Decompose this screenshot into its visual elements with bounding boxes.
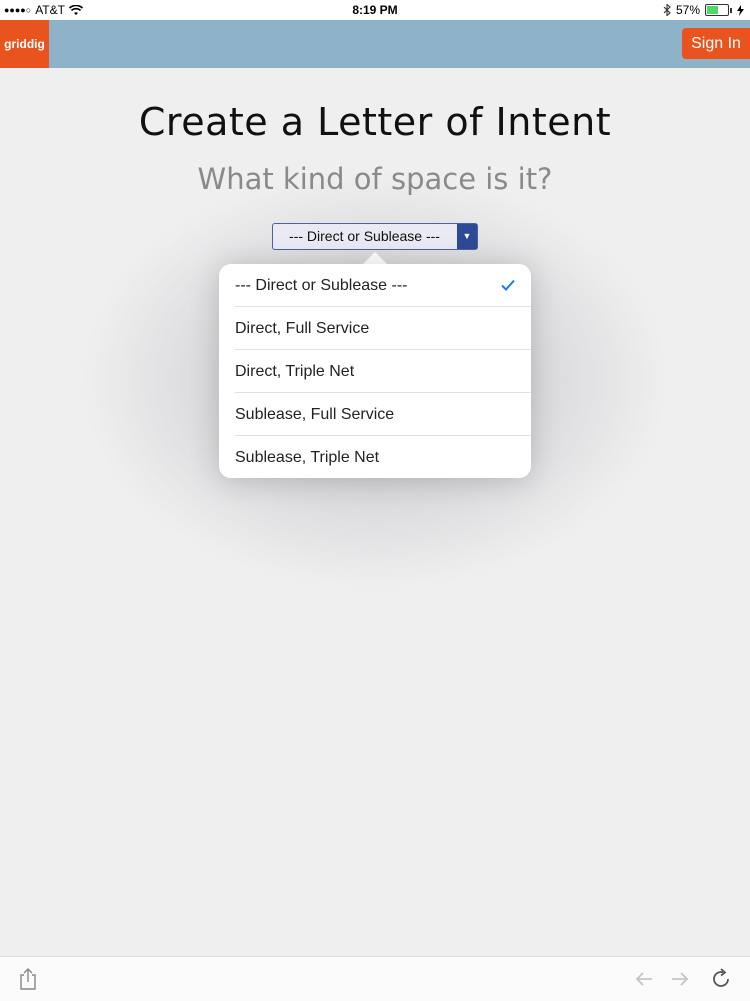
- space-type-select[interactable]: --- Direct or Sublease --- ▼: [272, 223, 478, 250]
- option-label: Direct, Triple Net: [235, 363, 355, 380]
- page-title: Create a Letter of Intent: [138, 100, 612, 144]
- battery-icon: [705, 4, 729, 16]
- option-sublease-full-service[interactable]: Sublease, Full Service: [219, 393, 531, 436]
- option-direct-triple-net[interactable]: Direct, Triple Net: [219, 350, 531, 393]
- griddig-logo[interactable]: griddig: [0, 20, 49, 68]
- app-header: griddig Sign In: [0, 20, 750, 68]
- battery-percent: 57%: [675, 3, 700, 17]
- option-label: Direct, Full Service: [235, 320, 370, 337]
- option-sublease-triple-net[interactable]: Sublease, Triple Net: [219, 436, 531, 479]
- checkmark-icon: [501, 279, 515, 291]
- reload-icon[interactable]: [709, 967, 733, 991]
- battery-level: [707, 6, 718, 14]
- page-subtitle: What kind of space is it?: [197, 162, 553, 196]
- forward-icon[interactable]: [668, 967, 692, 991]
- status-right: 57%: [663, 3, 744, 17]
- status-bar: ●●●●○ AT&T 8:19 PM 57%: [0, 0, 750, 20]
- option-label: --- Direct or Sublease ---: [235, 277, 408, 294]
- option-label: Sublease, Triple Net: [235, 449, 380, 466]
- option-direct-full-service[interactable]: Direct, Full Service: [219, 307, 531, 350]
- back-icon[interactable]: [632, 967, 656, 991]
- charging-icon: [737, 4, 744, 16]
- bluetooth-icon: [663, 4, 671, 16]
- select-value: --- Direct or Sublease ---: [289, 228, 440, 244]
- popover-arrow: [363, 252, 387, 264]
- sign-in-button[interactable]: Sign In: [682, 28, 750, 59]
- battery-tip: [730, 7, 732, 13]
- chevron-down-icon: ▼: [457, 224, 477, 249]
- browser-toolbar: [0, 956, 750, 1001]
- select-options-popover: --- Direct or Sublease --- Direct, Full …: [219, 264, 531, 478]
- option-label: Sublease, Full Service: [235, 406, 395, 423]
- clock: 8:19 PM: [352, 3, 398, 17]
- share-icon[interactable]: [16, 967, 40, 991]
- option-direct-or-sublease[interactable]: --- Direct or Sublease ---: [219, 264, 531, 307]
